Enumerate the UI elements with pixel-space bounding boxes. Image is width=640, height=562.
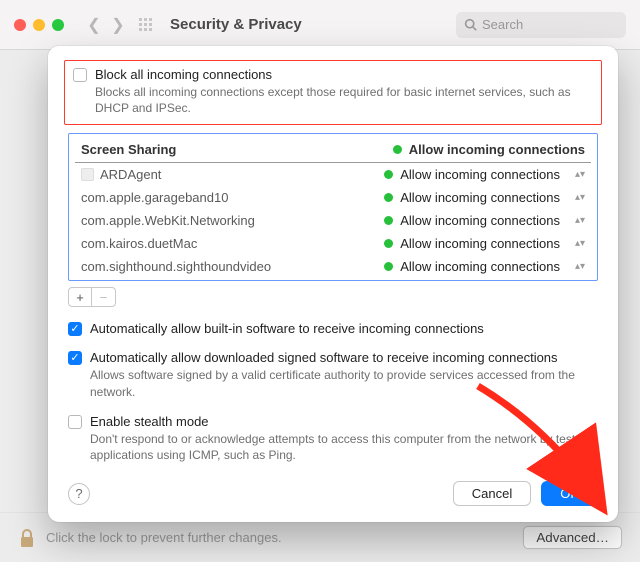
status-label: Allow incoming connections	[400, 167, 560, 182]
stepper-icon[interactable]: ▴▾	[575, 172, 585, 178]
stepper-icon[interactable]: ▴▾	[575, 195, 585, 201]
table-row[interactable]: com.sighthound.sighthoundvideo Allow inc…	[75, 255, 591, 278]
table-header-app: Screen Sharing	[81, 142, 393, 157]
firewall-apps-table: Screen Sharing Allow incoming connection…	[68, 133, 598, 281]
stealth-description: Don't respond to or acknowledge attempts…	[90, 431, 598, 463]
ok-button[interactable]: OK	[541, 481, 598, 506]
add-button[interactable]: +	[68, 287, 92, 307]
grid-icon[interactable]	[138, 17, 154, 33]
status-label: Allow incoming connections	[400, 259, 560, 274]
firewall-options-sheet: Block all incoming connections Blocks al…	[48, 46, 618, 522]
status-label: Allow incoming connections	[400, 213, 560, 228]
auto-signed-checkbox[interactable]	[68, 351, 82, 365]
auto-builtin-label: Automatically allow built-in software to…	[90, 321, 484, 336]
window-title: Security & Privacy	[170, 16, 302, 33]
status-dot-icon	[384, 193, 393, 202]
toolbar: ❮ ❯ Security & Privacy Search	[0, 0, 640, 50]
status-dot-icon	[384, 170, 393, 179]
stepper-icon[interactable]: ▴▾	[575, 241, 585, 247]
app-icon	[81, 168, 94, 181]
table-row[interactable]: com.apple.garageband10 Allow incoming co…	[75, 186, 591, 209]
block-all-label: Block all incoming connections	[95, 67, 272, 82]
app-name: com.kairos.duetMac	[81, 236, 197, 251]
status-dot-icon	[393, 145, 402, 154]
forward-button[interactable]: ❯	[108, 15, 128, 35]
zoom-icon[interactable]	[52, 19, 64, 31]
lock-hint: Click the lock to prevent further change…	[46, 530, 282, 545]
add-remove-controls: + −	[68, 287, 598, 307]
table-row[interactable]: ARDAgent Allow incoming connections ▴▾	[75, 163, 591, 186]
auto-signed-description: Allows software signed by a valid certif…	[90, 367, 598, 399]
app-name: ARDAgent	[100, 167, 161, 182]
window-controls[interactable]	[14, 19, 64, 31]
app-name: com.apple.WebKit.Networking	[81, 213, 255, 228]
close-icon[interactable]	[14, 19, 26, 31]
block-all-description: Blocks all incoming connections except t…	[95, 84, 593, 116]
auto-signed-label: Automatically allow downloaded signed so…	[90, 350, 558, 365]
stealth-label: Enable stealth mode	[90, 414, 209, 429]
lock-icon[interactable]	[18, 528, 36, 548]
app-name: com.sighthound.sighthoundvideo	[81, 259, 271, 274]
back-button[interactable]: ❮	[84, 15, 104, 35]
status-dot-icon	[384, 262, 393, 271]
block-all-section: Block all incoming connections Blocks al…	[64, 60, 602, 125]
search-icon	[464, 18, 477, 31]
status-dot-icon	[384, 216, 393, 225]
stepper-icon[interactable]: ▴▾	[575, 264, 585, 270]
auto-builtin-checkbox[interactable]	[68, 322, 82, 336]
remove-button[interactable]: −	[92, 287, 116, 307]
help-button[interactable]: ?	[68, 483, 90, 505]
search-placeholder: Search	[482, 17, 523, 32]
cancel-button[interactable]: Cancel	[453, 481, 531, 506]
table-header-status: Allow incoming connections	[409, 142, 585, 157]
status-label: Allow incoming connections	[400, 190, 560, 205]
stepper-icon[interactable]: ▴▾	[575, 218, 585, 224]
status-dot-icon	[384, 239, 393, 248]
table-row[interactable]: com.apple.WebKit.Networking Allow incomi…	[75, 209, 591, 232]
advanced-button[interactable]: Advanced…	[523, 526, 622, 549]
search-input[interactable]: Search	[456, 12, 626, 38]
status-label: Allow incoming connections	[400, 236, 560, 251]
table-row[interactable]: com.kairos.duetMac Allow incoming connec…	[75, 232, 591, 255]
table-header: Screen Sharing Allow incoming connection…	[75, 136, 591, 163]
stealth-checkbox[interactable]	[68, 415, 82, 429]
app-name: com.apple.garageband10	[81, 190, 228, 205]
block-all-checkbox[interactable]	[73, 68, 87, 82]
minimize-icon[interactable]	[33, 19, 45, 31]
